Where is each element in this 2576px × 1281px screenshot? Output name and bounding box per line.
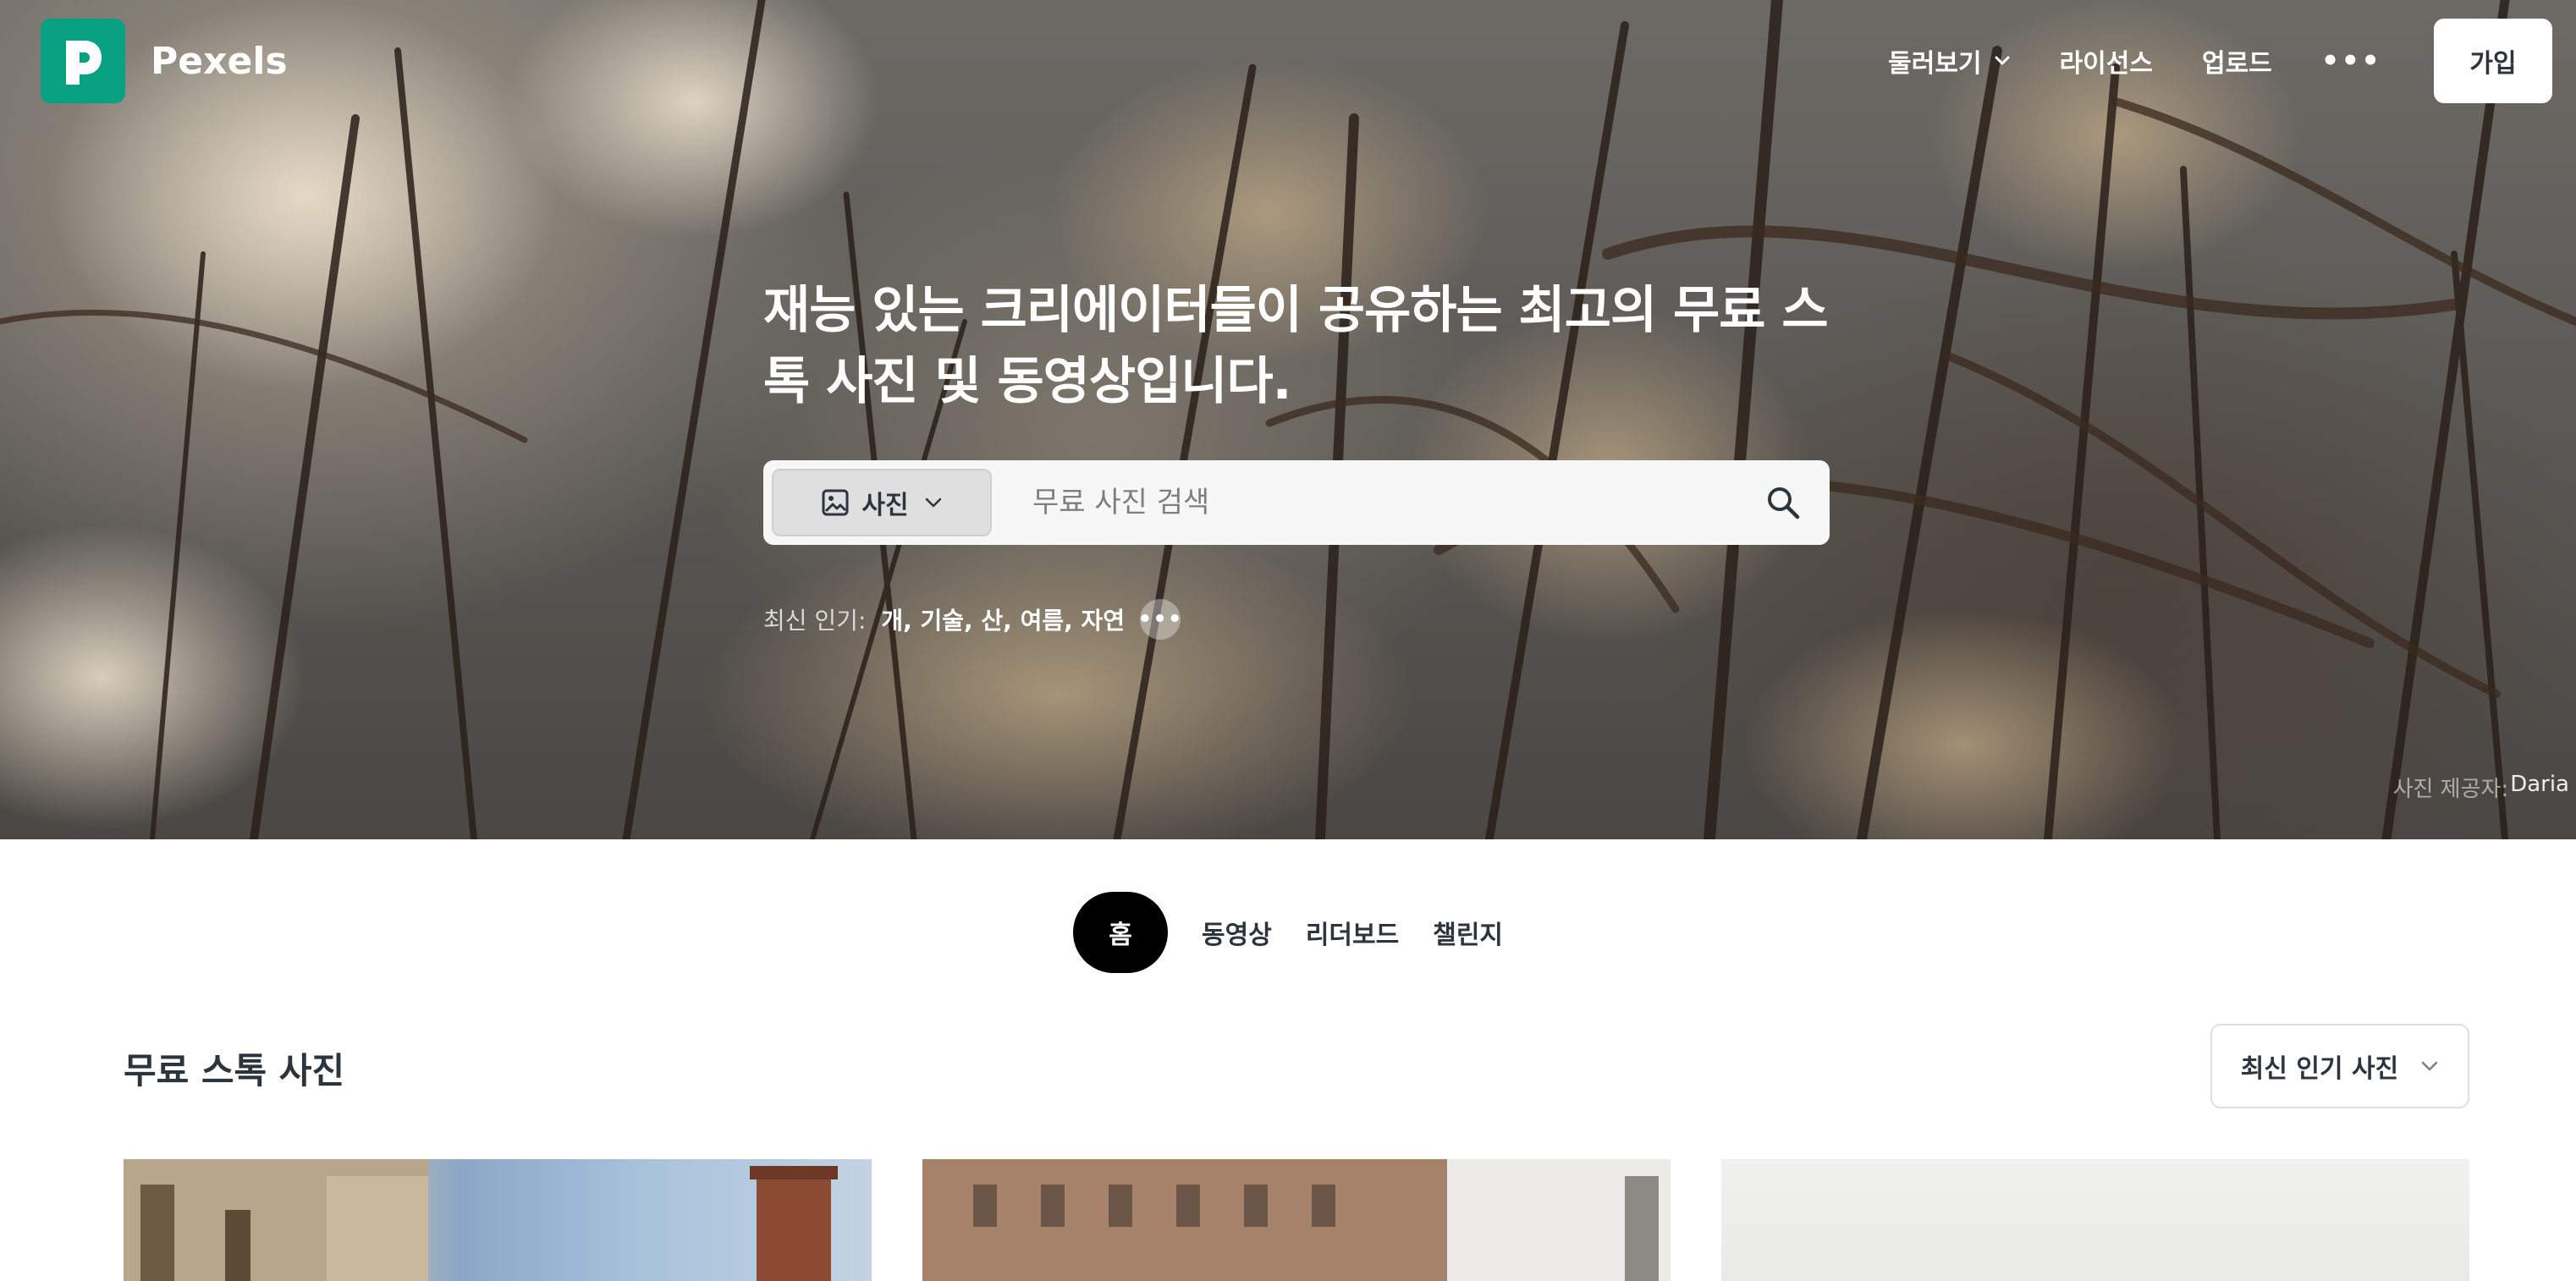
join-button[interactable]: 가입 xyxy=(2434,19,2552,103)
tab-leaderboard[interactable]: 리더보드 xyxy=(1306,914,1399,951)
section-title: 무료 스톡 사진 xyxy=(124,1050,345,1091)
search-type-label: 사진 xyxy=(861,491,909,520)
nav-explore[interactable]: 둘러보기 xyxy=(1888,42,2010,80)
trending-searches: 최신 인기: 개, 기술, 산, 여름, 자연 ••• xyxy=(763,599,1181,640)
chevron-down-icon xyxy=(925,498,941,508)
sort-dropdown-label: 최신 인기 사진 xyxy=(2240,1054,2399,1084)
photo-credit-author[interactable]: Daria xyxy=(2510,772,2569,803)
hero-background-photo xyxy=(0,0,2576,839)
photo-card[interactable] xyxy=(124,1159,872,1281)
search-button[interactable] xyxy=(1745,469,1821,536)
nav-license[interactable]: 라이선스 xyxy=(2060,42,2153,80)
nav-upload[interactable]: 업로드 xyxy=(2202,42,2272,80)
hero-banner: Pexels 둘러보기 라이선스 업로드 ••• 가입 재능 있는 크리에이터들… xyxy=(0,0,2576,839)
search-bar: 사진 xyxy=(763,460,1830,545)
nav-explore-label: 둘러보기 xyxy=(1888,49,1982,79)
photo-card[interactable] xyxy=(922,1159,1671,1281)
search-input[interactable] xyxy=(992,469,1745,536)
chevron-down-icon xyxy=(2422,1061,2438,1071)
top-navigation: 둘러보기 라이선스 업로드 ••• 가입 xyxy=(1888,19,2552,103)
more-trending-icon[interactable]: ••• xyxy=(1138,599,1181,640)
pexels-logo[interactable]: Pexels xyxy=(41,19,288,103)
content-tabs: 홈 동영상 리더보드 챌린지 xyxy=(1073,892,1537,973)
trending-items[interactable]: 개, 기술, 산, 여름, 자연 xyxy=(881,602,1125,636)
trending-label: 최신 인기: xyxy=(763,607,867,635)
hero-headline: 재능 있는 크리에이터들이 공유하는 최고의 무료 스톡 사진 및 동영상입니다… xyxy=(763,281,1829,411)
more-options-icon[interactable]: ••• xyxy=(2321,44,2381,78)
search-icon xyxy=(1768,487,1800,520)
photo-card[interactable] xyxy=(1721,1159,2469,1281)
brand-name: Pexels xyxy=(151,39,288,83)
pexels-logo-icon xyxy=(41,19,125,103)
tab-videos[interactable]: 동영상 xyxy=(1202,914,1272,951)
image-icon xyxy=(822,489,849,516)
sort-dropdown[interactable]: 최신 인기 사진 xyxy=(2210,1024,2469,1108)
photo-credit: 사진 제공자: Daria xyxy=(2393,772,2569,803)
photo-tower-thumbnail xyxy=(922,1159,1671,1281)
chevron-down-icon xyxy=(1995,56,2010,65)
tab-challenges[interactable]: 챌린지 xyxy=(1433,914,1503,951)
tab-home[interactable]: 홈 xyxy=(1073,892,1168,973)
photo-building-thumbnail xyxy=(124,1159,838,1281)
search-type-dropdown[interactable]: 사진 xyxy=(772,469,992,536)
photo-credit-label: 사진 제공자: xyxy=(2392,777,2509,802)
